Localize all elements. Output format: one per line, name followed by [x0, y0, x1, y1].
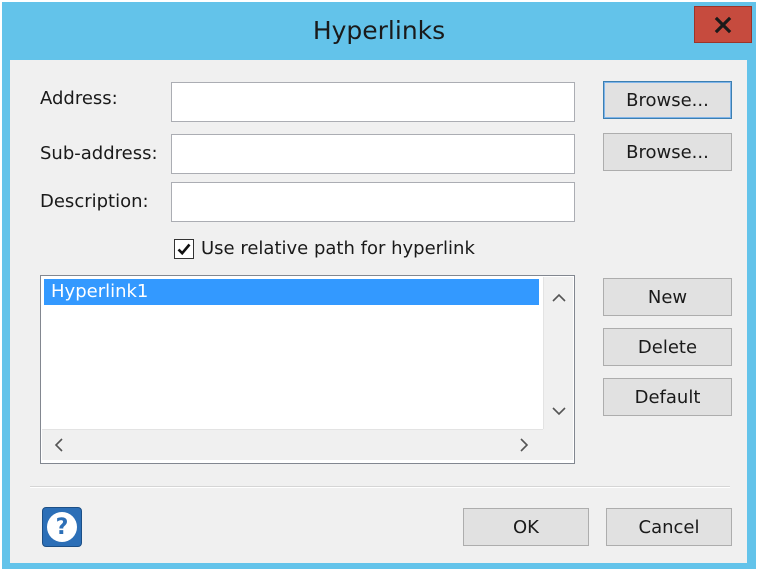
title-bar[interactable]: Hyperlinks: [2, 2, 756, 58]
description-label: Description:: [40, 191, 149, 212]
hyperlinks-dialog: Hyperlinks Address: Browse... Sub-addres…: [2, 2, 756, 569]
address-input[interactable]: [171, 82, 575, 122]
help-icon: ?: [47, 512, 77, 542]
scroll-down-button[interactable]: [544, 396, 574, 426]
close-icon: [714, 16, 732, 33]
subaddress-browse-button[interactable]: Browse...: [603, 133, 732, 171]
chevron-right-icon: [520, 438, 529, 452]
delete-button[interactable]: Delete: [603, 328, 732, 366]
hyperlink-list[interactable]: Hyperlink1: [40, 275, 575, 464]
cancel-button[interactable]: Cancel: [606, 508, 732, 546]
default-button[interactable]: Default: [603, 378, 732, 416]
ok-button[interactable]: OK: [463, 508, 589, 546]
dialog-title: Hyperlinks: [312, 16, 446, 45]
dialog-body: Address: Browse... Sub-address: Browse..…: [10, 60, 747, 563]
close-button[interactable]: [694, 6, 752, 43]
chevron-left-icon: [54, 438, 63, 452]
checkmark-icon: [177, 243, 191, 256]
chevron-down-icon: [552, 407, 566, 416]
help-button[interactable]: ?: [42, 507, 82, 547]
scroll-left-button[interactable]: [44, 430, 74, 460]
relative-path-checkbox[interactable]: [174, 239, 194, 259]
list-item[interactable]: Hyperlink1: [44, 279, 539, 305]
vertical-scrollbar[interactable]: [543, 277, 573, 430]
scroll-right-button[interactable]: [509, 430, 539, 460]
subaddress-label: Sub-address:: [40, 143, 158, 164]
chevron-up-icon: [552, 293, 566, 302]
horizontal-scrollbar[interactable]: [42, 429, 573, 460]
scrollbar-corner: [543, 429, 573, 460]
description-input[interactable]: [171, 182, 575, 222]
new-button[interactable]: New: [603, 278, 732, 316]
subaddress-input[interactable]: [171, 134, 575, 174]
address-browse-button[interactable]: Browse...: [603, 81, 732, 119]
scroll-up-button[interactable]: [544, 283, 574, 313]
address-label: Address:: [40, 88, 118, 109]
relative-path-label[interactable]: Use relative path for hyperlink: [201, 238, 475, 259]
footer-separator: [30, 486, 730, 488]
